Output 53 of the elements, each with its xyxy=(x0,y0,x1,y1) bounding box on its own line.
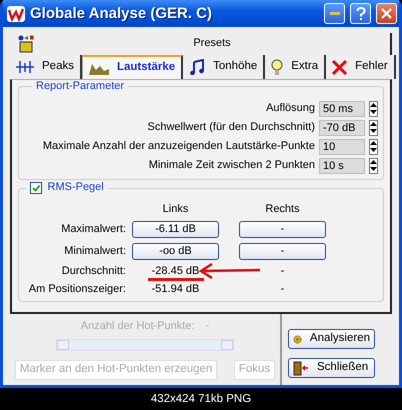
hot-points-label: Anzahl der Hot-Punkte: xyxy=(80,320,195,334)
help-button[interactable] xyxy=(350,3,371,24)
number-field[interactable]: 10 s xyxy=(319,158,365,174)
window-title: Globale Analyse (GER. C) xyxy=(30,4,213,22)
value-text: -51.94 dB xyxy=(152,283,200,296)
image-caption: 432x424 71kb PNG xyxy=(150,392,252,407)
annotation-arrow xyxy=(198,263,262,280)
value-text: - xyxy=(280,265,284,278)
minimize-icon xyxy=(330,12,340,16)
number-field[interactable]: 50 ms xyxy=(319,100,365,116)
value-button[interactable]: -oo dB xyxy=(132,243,219,260)
row-label: Maximalwert: xyxy=(60,223,127,236)
field-label: Auflösung xyxy=(266,102,315,116)
number-field[interactable]: 10 xyxy=(319,138,365,154)
presets-icon[interactable] xyxy=(18,35,34,53)
value-button[interactable]: -6.11 dB xyxy=(132,221,219,238)
music-notes-icon xyxy=(189,59,206,75)
close-button[interactable] xyxy=(376,3,397,24)
light-bulb-icon xyxy=(271,58,284,76)
help-icon xyxy=(356,6,366,20)
row-label: Am Positionszeiger: xyxy=(28,283,127,297)
tab[interactable]: Lautstärke xyxy=(82,55,184,79)
value-text: -28.45 dB xyxy=(152,265,200,278)
dialog-button[interactable]: Analysieren xyxy=(288,329,375,349)
scroll-bar[interactable] xyxy=(56,339,234,352)
cross-icon xyxy=(332,60,348,74)
field-label: Maximale Anzahl der anzuzeigenden Lautstärke-Punkte xyxy=(42,140,315,154)
check-icon xyxy=(32,184,40,192)
minimize-button[interactable] xyxy=(324,3,345,24)
peaks-icon xyxy=(16,60,34,74)
spinner[interactable] xyxy=(369,158,378,174)
hot-points-count: - xyxy=(206,320,210,334)
presets-label: Presets xyxy=(192,37,232,51)
column-header: Links xyxy=(162,203,190,216)
spinner[interactable] xyxy=(369,100,378,116)
dialog-button[interactable]: Schließen xyxy=(288,358,375,378)
value-button[interactable]: - xyxy=(239,243,326,260)
app-logo-icon xyxy=(7,6,25,22)
value-button[interactable]: - xyxy=(239,221,326,238)
number-field[interactable]: -70 dB xyxy=(319,120,365,136)
group-title: RMS-Pegel xyxy=(48,181,104,194)
group-title: Report-Parameter xyxy=(32,80,128,94)
close-icon xyxy=(381,8,392,19)
spinner[interactable] xyxy=(369,120,378,136)
field-label: Schwellwert (für den Durchschnitt) xyxy=(147,120,315,134)
row-label: Durchschnitt: xyxy=(60,265,127,278)
value-text: - xyxy=(280,283,284,296)
row-label: Minimalwert: xyxy=(63,245,127,258)
field-label: Minimale Zeit zwischen 2 Punkten xyxy=(148,158,315,172)
door-exit-icon xyxy=(293,360,309,376)
rms-checkbox[interactable] xyxy=(30,182,42,194)
column-header: Rechts xyxy=(264,203,301,216)
spinner[interactable] xyxy=(369,138,378,154)
